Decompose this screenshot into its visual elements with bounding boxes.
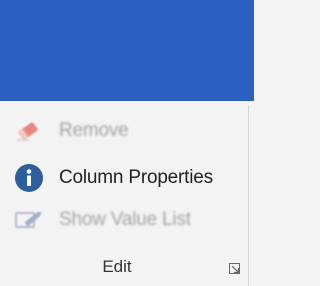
ribbon-screenshot: Remove Column Properties Show Value List…	[0, 0, 254, 286]
remove-button[interactable]: Remove	[14, 116, 129, 146]
remove-label: Remove	[59, 120, 129, 141]
title-bar	[0, 0, 254, 101]
column-properties-label: Column Properties	[59, 167, 213, 188]
column-properties-button[interactable]: Column Properties	[14, 163, 213, 193]
next-group-edge	[249, 101, 254, 286]
dialog-launcher-icon[interactable]	[228, 262, 242, 276]
show-value-list-label: Show Value List	[59, 209, 191, 230]
eraser-icon	[14, 116, 44, 146]
edit-list-icon	[14, 205, 44, 235]
info-icon	[14, 163, 44, 193]
group-label: Edit	[102, 257, 132, 276]
show-value-list-button[interactable]: Show Value List	[14, 205, 191, 235]
